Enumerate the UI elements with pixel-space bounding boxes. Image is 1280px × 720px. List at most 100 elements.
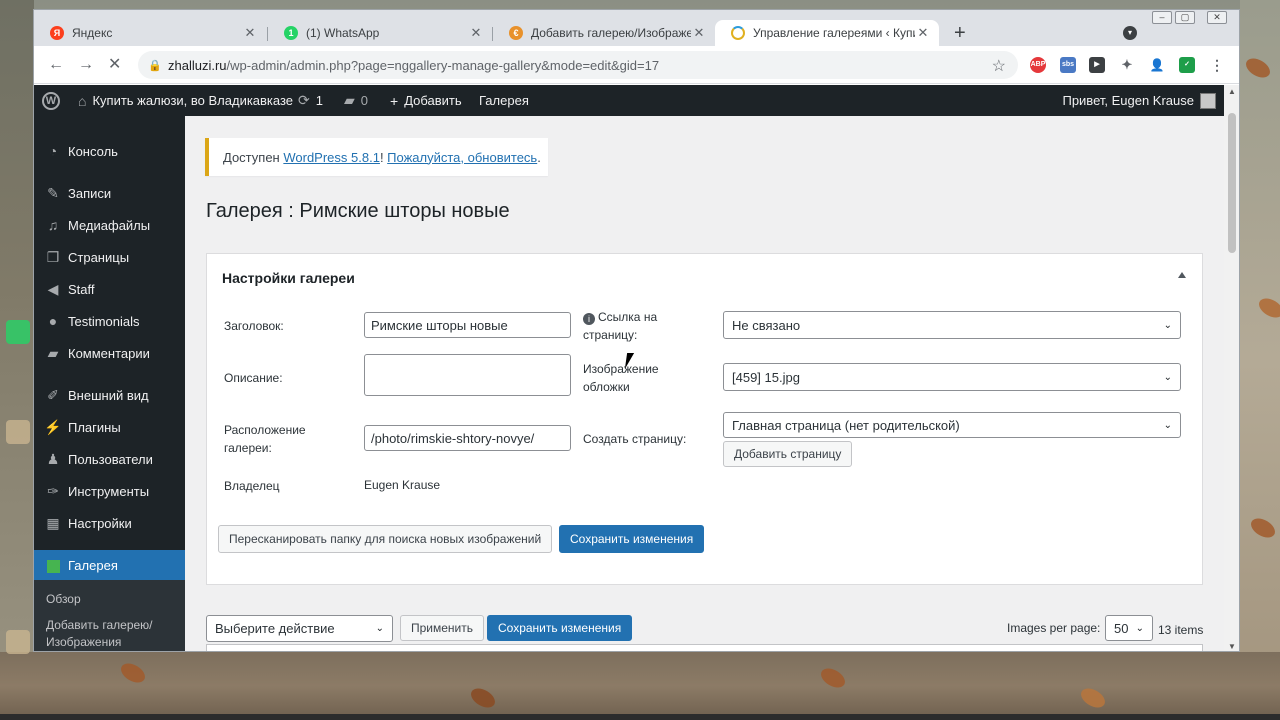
menu-pages[interactable]: ❐ Страницы	[34, 242, 185, 272]
path-input[interactable]: /photo/rimskie-shtory-novye/	[364, 425, 571, 451]
menu-tools[interactable]: ✑ Инструменты	[34, 476, 185, 506]
puzzle-icon[interactable]: ✦	[1119, 57, 1135, 73]
greeting-text: Привет, Eugen Krause	[1062, 93, 1194, 108]
menu-users[interactable]: ♟ Пользователи	[34, 444, 185, 474]
wp-admin-bar: W ⌂ Купить жалюзи, во Владикавказе ⟳ 1 ▰ 0 …	[34, 85, 1224, 116]
refresh-icon: ⟳	[298, 92, 310, 108]
per-page-label: Images per page:	[1007, 621, 1101, 635]
apply-button[interactable]: Применить	[400, 615, 485, 641]
site-name: Купить жалюзи, во Владикавказе	[92, 93, 294, 108]
back-icon[interactable]: ←	[48, 57, 64, 73]
bulk-action-select[interactable]: Выберите действие ⌄	[206, 615, 393, 642]
pin-icon: ✎	[47, 185, 59, 201]
desktop-shortcut-icon[interactable]	[6, 420, 30, 444]
tab-yandex[interactable]: Я Яндекс ✕	[34, 20, 266, 46]
collapse-arrow-icon[interactable]	[1178, 272, 1186, 278]
page-link-label: i Ссылка на страницу:	[583, 310, 658, 342]
desktop-shortcut-icon[interactable]	[6, 630, 30, 654]
close-icon[interactable]: ✕	[242, 25, 258, 41]
close-icon[interactable]: ✕	[468, 25, 484, 41]
title-label: Заголовок:	[224, 319, 284, 333]
menu-testimonials[interactable]: ● Testimonials	[34, 306, 185, 336]
wordpress-logo-icon[interactable]: W	[42, 85, 60, 116]
update-link[interactable]: Пожалуйста, обновитесь	[387, 150, 537, 165]
menu-appearance[interactable]: ✐ Внешний вид	[34, 380, 185, 410]
page-link-select[interactable]: Не связано ⌄	[723, 311, 1181, 339]
updates-count: 1	[315, 93, 323, 108]
browser-toolbar: ← → ✕ 🔒 zhalluzi.ru/wp-admin/admin.php?p…	[34, 46, 1239, 84]
menu-dashboard[interactable]: ◔ Консоль	[34, 136, 185, 166]
extension-icon[interactable]: sbs	[1060, 57, 1076, 73]
tab-whatsapp[interactable]: 1 (1) WhatsApp ✕	[268, 20, 492, 46]
save-changes-bottom-button[interactable]: Сохранить изменения	[487, 615, 633, 641]
tab-title: Управление галереями ‹ Купить	[753, 26, 915, 40]
tab-add-gallery[interactable]: € Добавить галерею/Изображени… ✕	[493, 20, 715, 46]
close-icon[interactable]: ✕	[915, 25, 931, 41]
lock-icon: 🔒	[148, 60, 162, 72]
menu-media[interactable]: ♫ Медиафайлы	[34, 210, 185, 240]
profile-icon[interactable]: 👤	[1149, 57, 1165, 73]
parent-page-select[interactable]: Главная страница (нет родительской) ⌄	[723, 412, 1181, 438]
images-table	[206, 644, 1203, 651]
scroll-up-icon[interactable]: ▲	[1228, 87, 1236, 96]
cover-select[interactable]: [459] 15.jpg ⌄	[723, 363, 1181, 391]
per-page-select[interactable]: 50 ⌄	[1105, 615, 1153, 641]
menu-gallery[interactable]: Галерея	[34, 550, 193, 580]
updates-link[interactable]: ⟳ 1	[298, 85, 323, 116]
page-scrollbar[interactable]: ▲ ▼	[1224, 85, 1239, 651]
menu-staff[interactable]: ◀ Staff	[34, 274, 185, 304]
site-name-link[interactable]: ⌂ Купить жалюзи, во Владикавказе	[78, 85, 293, 116]
browser-menu-icon[interactable]: ⋮	[1209, 57, 1225, 73]
scroll-thumb[interactable]	[1228, 113, 1236, 253]
gallery-settings-panel: Настройки галереи Заголовок: Римские што…	[206, 253, 1203, 585]
comments-count: 0	[360, 93, 369, 108]
taskbar	[0, 714, 1280, 720]
media-icon: ♫	[47, 217, 59, 233]
tab-strip: Я Яндекс ✕ 1 (1) WhatsApp ✕ € Добавить г…	[34, 10, 1239, 46]
menu-comments[interactable]: ▰ Комментарии	[34, 338, 185, 368]
close-icon[interactable]: ✕	[691, 25, 707, 41]
gallery-link[interactable]: Галерея	[479, 85, 529, 116]
video-extension-icon[interactable]: ▶	[1089, 57, 1105, 73]
title-input[interactable]: Римские шторы новые	[364, 312, 571, 338]
desktop-shortcut-icon[interactable]	[6, 320, 30, 344]
description-textarea[interactable]	[364, 354, 571, 396]
scroll-down-icon[interactable]: ▼	[1228, 642, 1236, 651]
minimize-button[interactable]: ‒	[1152, 11, 1172, 24]
stop-icon[interactable]: ✕	[108, 57, 121, 73]
update-notice: Доступен WordPress 5.8.1! Пожалуйста, об…	[205, 138, 548, 176]
plugin-icon: ⚡	[44, 419, 62, 435]
pages-icon: ❐	[46, 249, 60, 265]
wordpress-version-link[interactable]: WordPress 5.8.1	[283, 150, 380, 165]
info-icon[interactable]: i	[583, 313, 595, 325]
close-window-button[interactable]: ✕	[1207, 11, 1227, 24]
tab-search-icon[interactable]: ▾	[1123, 26, 1137, 40]
menu-plugins[interactable]: ⚡ Плагины	[34, 412, 185, 442]
rescan-button[interactable]: Пересканировать папку для поиска новых и…	[218, 525, 553, 553]
new-tab-button[interactable]: +	[954, 23, 966, 43]
chevron-down-icon: ⌄	[1135, 622, 1144, 634]
admin-sidebar: ◔ Консоль ✎ Записи ♫ Медиафайлы ❐ Страницы ◀…	[34, 116, 193, 651]
save-changes-button[interactable]: Сохранить изменения	[559, 525, 705, 553]
maximize-button[interactable]: ▢	[1175, 11, 1195, 24]
address-bar[interactable]: 🔒 zhalluzi.ru/wp-admin/admin.php?page=ng…	[138, 51, 1018, 79]
gallery-icon	[44, 556, 62, 574]
comments-link[interactable]: ▰ 0	[344, 85, 368, 116]
loading-spinner-icon	[731, 26, 745, 40]
menu-settings[interactable]: ▦ Настройки	[34, 508, 185, 538]
add-new-link[interactable]: + Добавить	[390, 85, 462, 116]
menu-posts[interactable]: ✎ Записи	[34, 178, 185, 208]
tab-manage-gallery[interactable]: Управление галереями ‹ Купить ✕	[715, 20, 939, 46]
shield-extension-icon[interactable]: ✓	[1179, 57, 1195, 73]
comment-icon: ▰	[344, 92, 355, 108]
forward-icon[interactable]: →	[78, 57, 94, 73]
account-menu[interactable]: Привет, Eugen Krause	[1062, 85, 1216, 116]
submenu-add-gallery[interactable]: Добавить галерею/ Изображения	[46, 617, 176, 651]
bookmark-star-icon[interactable]: ☆	[992, 56, 1006, 76]
desktop-right	[1240, 0, 1280, 720]
submenu-overview[interactable]: Обзор	[46, 591, 81, 608]
url-path: /wp-admin/admin.php?page=nggallery-manag…	[226, 57, 660, 73]
adblock-icon[interactable]: ABP	[1030, 57, 1046, 73]
chevron-down-icon: ⌄	[375, 623, 384, 634]
add-page-button[interactable]: Добавить страницу	[723, 441, 853, 467]
